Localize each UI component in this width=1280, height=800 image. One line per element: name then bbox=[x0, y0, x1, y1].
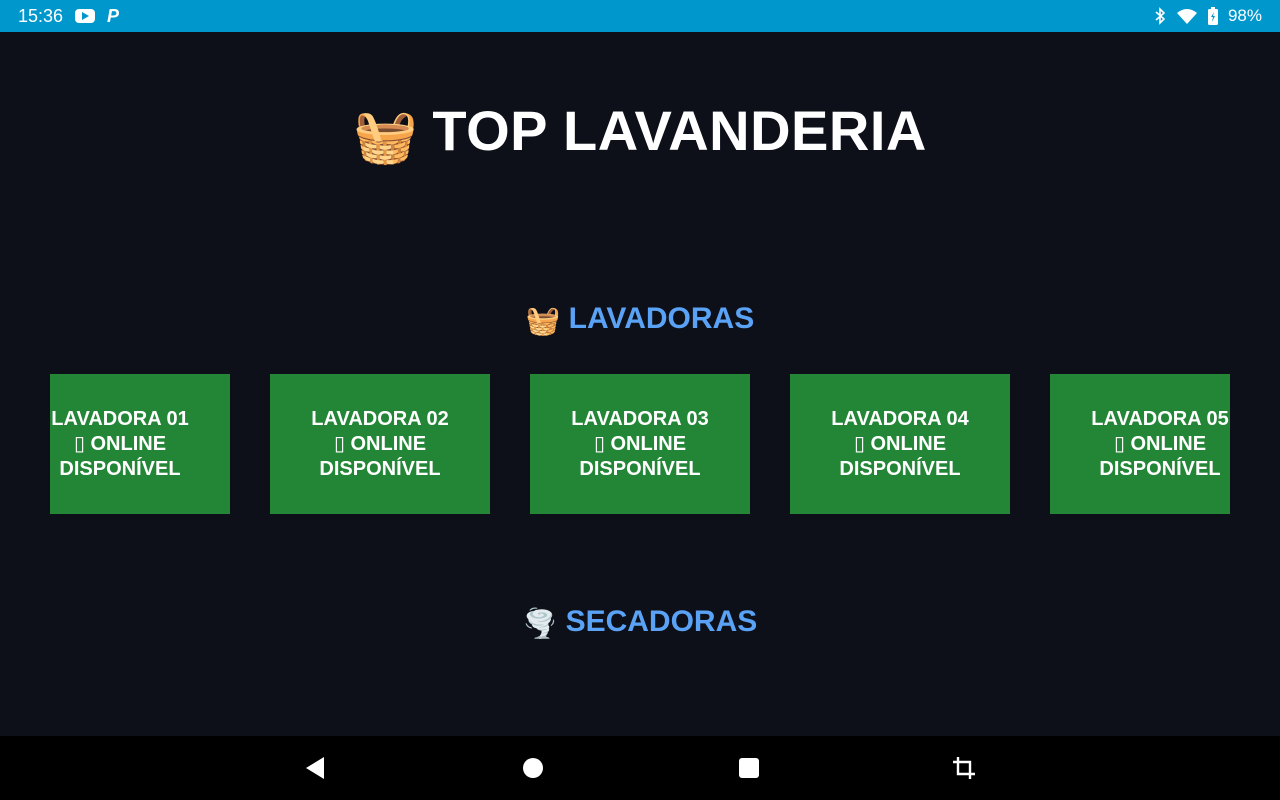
lavadoras-grid: LAVADORA 01 ▯ ONLINE DISPONÍVEL LAVADORA… bbox=[50, 374, 1230, 514]
status-bar: 15:36 P 98% bbox=[0, 0, 1280, 32]
battery-icon bbox=[1207, 7, 1218, 25]
basket-icon: 🧺 bbox=[353, 108, 419, 166]
washer-name: LAVADORA 04 bbox=[831, 407, 969, 430]
section-title-text: LAVADORAS bbox=[568, 302, 755, 335]
status-bar-left: 15:36 P bbox=[18, 6, 119, 27]
tornado-icon: 🌪️ bbox=[522, 608, 558, 639]
home-icon[interactable] bbox=[522, 756, 546, 780]
washer-card-02[interactable]: LAVADORA 02 ▯ ONLINE DISPONÍVEL bbox=[270, 374, 490, 514]
status-time: 15:36 bbox=[18, 5, 64, 26]
washer-availability: DISPONÍVEL bbox=[59, 457, 181, 480]
washer-card-05[interactable]: LAVADORA 05 ▯ ONLINE DISPONÍVEL bbox=[1050, 374, 1230, 514]
washer-status: ▯ ONLINE bbox=[333, 432, 427, 455]
section-title-secadoras: 🌪️ SECADORAS bbox=[0, 605, 1280, 640]
washer-card-04[interactable]: LAVADORA 04 ▯ ONLINE DISPONÍVEL bbox=[790, 374, 1010, 514]
recents-icon[interactable] bbox=[737, 756, 761, 780]
section-title-text: SECADORAS bbox=[565, 605, 758, 638]
washer-name: LAVADORA 03 bbox=[571, 407, 709, 430]
navigation-bar bbox=[0, 736, 1280, 800]
rotate-icon[interactable] bbox=[952, 756, 976, 780]
basket-icon: 🧺 bbox=[525, 305, 561, 336]
page-title: 🧺 TOP LAVANDERIA bbox=[0, 98, 1280, 167]
youtube-icon bbox=[75, 9, 96, 23]
status-bar-right: 98% bbox=[1154, 6, 1262, 26]
washer-availability: DISPONÍVEL bbox=[839, 457, 961, 480]
washer-name: LAVADORA 05 bbox=[1091, 407, 1229, 430]
back-icon[interactable] bbox=[304, 756, 328, 780]
washer-status: ▯ ONLINE bbox=[73, 432, 167, 455]
section-title-lavadoras: 🧺 LAVADORAS bbox=[0, 302, 1280, 337]
washer-status: ▯ ONLINE bbox=[853, 432, 947, 455]
washer-availability: DISPONÍVEL bbox=[1099, 457, 1221, 480]
washer-status: ▯ ONLINE bbox=[1113, 432, 1207, 455]
washer-name: LAVADORA 01 bbox=[51, 407, 189, 430]
washer-card-03[interactable]: LAVADORA 03 ▯ ONLINE DISPONÍVEL bbox=[530, 374, 750, 514]
washer-availability: DISPONÍVEL bbox=[319, 457, 441, 480]
bluetooth-icon bbox=[1155, 7, 1166, 25]
washer-availability: DISPONÍVEL bbox=[579, 457, 701, 480]
p-app-icon: P bbox=[107, 5, 120, 26]
wifi-icon bbox=[1176, 8, 1197, 24]
battery-percent: 98% bbox=[1227, 6, 1262, 25]
page-title-text: TOP LAVANDERIA bbox=[432, 99, 927, 162]
washer-name: LAVADORA 02 bbox=[311, 407, 449, 430]
washer-card-01[interactable]: LAVADORA 01 ▯ ONLINE DISPONÍVEL bbox=[50, 374, 230, 514]
washer-status: ▯ ONLINE bbox=[593, 432, 687, 455]
